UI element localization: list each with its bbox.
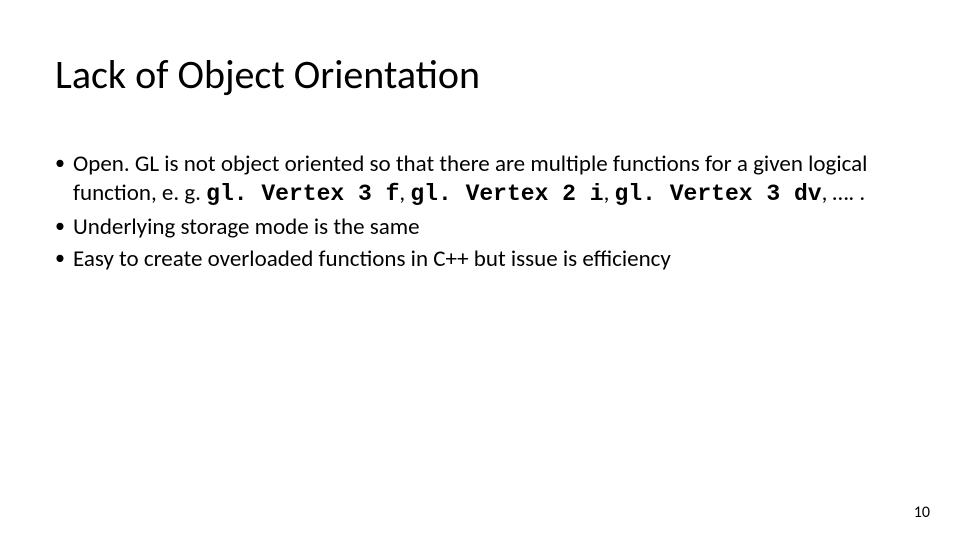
b1-code2: gl. Vertex 2 i (410, 181, 603, 207)
page-number: 10 (914, 503, 930, 522)
bullet-1-text: Open. GL is not object oriented so that … (73, 150, 905, 209)
b1-sep1: , (399, 179, 410, 207)
bullet-2-text: Underlying storage mode is the same (73, 213, 905, 242)
bullet-dot-icon: • (55, 245, 73, 274)
b1-code3: gl. Vertex 3 dv (615, 181, 822, 207)
b1-code1: gl. Vertex 3 f (206, 181, 399, 207)
bullet-1: • Open. GL is not object oriented so tha… (55, 150, 905, 209)
bullet-3-text: Easy to create overloaded functions in C… (73, 245, 905, 274)
slide-title: Lack of Object Orientation (55, 50, 480, 99)
bullet-3: • Easy to create overloaded functions in… (55, 245, 905, 274)
bullet-2: • Underlying storage mode is the same (55, 213, 905, 242)
b1-sep2: , (604, 179, 615, 207)
b1-tail: , …. . (822, 179, 866, 207)
slide-body: • Open. GL is not object oriented so tha… (55, 150, 905, 278)
bullet-dot-icon: • (55, 150, 73, 209)
bullet-dot-icon: • (55, 213, 73, 242)
slide: Lack of Object Orientation • Open. GL is… (0, 0, 960, 540)
